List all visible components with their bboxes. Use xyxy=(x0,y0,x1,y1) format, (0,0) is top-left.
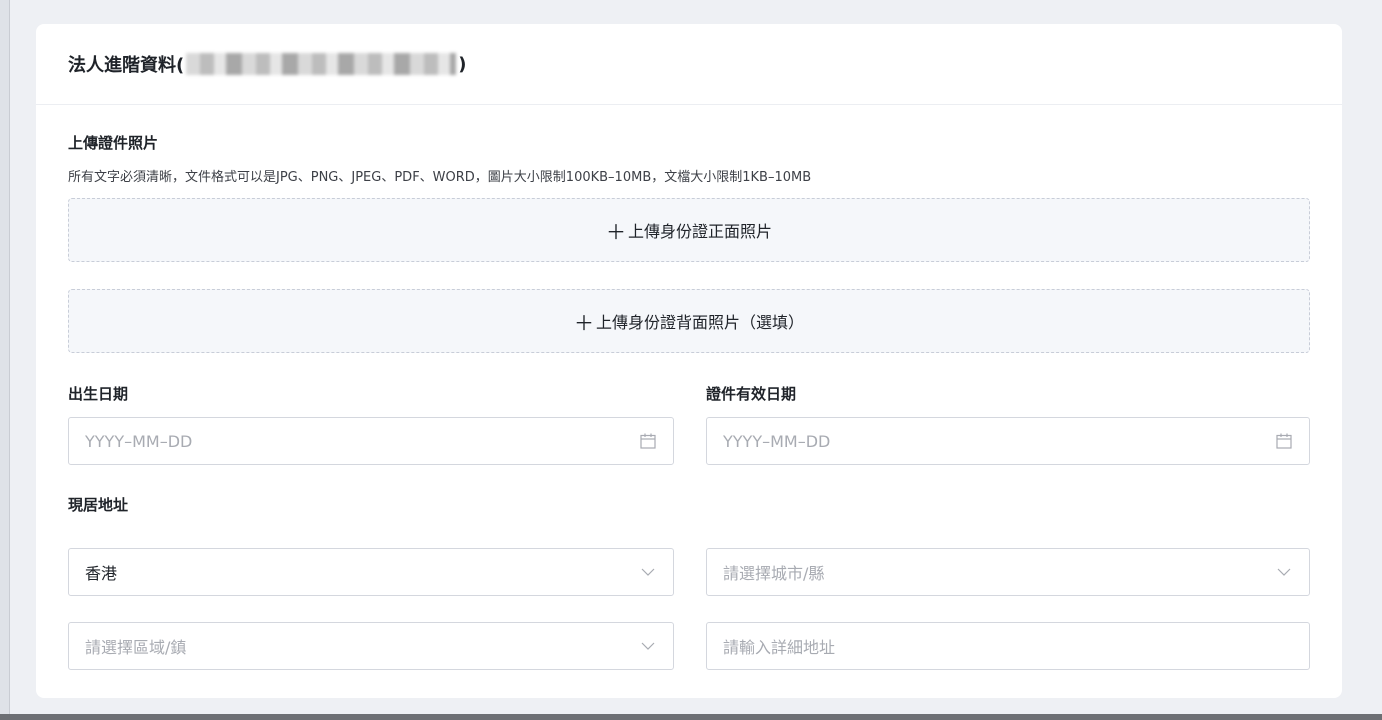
upload-section-title: 上傳證件照片 xyxy=(68,134,159,152)
detail-address-input[interactable]: 請輸入詳細地址 xyxy=(706,622,1310,670)
card-title-prefix: 法人進階資料( xyxy=(68,55,185,76)
window-frame-bottom xyxy=(0,714,1382,720)
upload-front-id-button[interactable]: ＋ 上傳身份證正面照片 xyxy=(68,198,1310,262)
upload-back-id-label: 上傳身份證背面照片（選填） xyxy=(595,313,804,332)
upload-front-id-label: 上傳身份證正面照片 xyxy=(627,222,772,241)
chevron-down-icon xyxy=(1277,568,1291,576)
upload-back-id-button[interactable]: ＋ 上傳身份證背面照片（選填） xyxy=(68,289,1310,353)
city-placeholder: 請選擇城市/縣 xyxy=(723,564,825,583)
advanced-info-card: 法人進階資料( ) 上傳證件照片 所有文字必須清晰，文件格式可以是JPG、PNG… xyxy=(36,24,1342,698)
region-value: 香港 xyxy=(85,564,118,583)
expiry-date-placeholder: YYYY–MM–DD xyxy=(723,431,831,451)
card-title-suffix: ) xyxy=(458,53,467,75)
redacted-company-name xyxy=(186,53,457,75)
upload-hint: 所有文字必須清晰，文件格式可以是JPG、PNG、JPEG、PDF、WORD，圖片… xyxy=(68,170,812,185)
city-select[interactable]: 請選擇城市/縣 xyxy=(706,548,1310,596)
chevron-down-icon xyxy=(641,568,655,576)
calendar-icon xyxy=(640,433,656,449)
region-select[interactable]: 香港 xyxy=(68,548,674,596)
address-label: 現居地址 xyxy=(68,496,129,514)
chevron-down-icon xyxy=(641,642,655,650)
plus-icon: ＋ xyxy=(605,219,626,244)
card-title: 法人進階資料( ) xyxy=(68,51,466,77)
card-header: 法人進階資料( ) xyxy=(36,24,1342,105)
birth-date-picker[interactable]: YYYY–MM–DD xyxy=(68,417,674,465)
calendar-icon xyxy=(1276,433,1292,449)
expiry-date-label: 證件有效日期 xyxy=(706,385,797,403)
plus-icon: ＋ xyxy=(573,310,594,335)
detail-address-placeholder: 請輸入詳細地址 xyxy=(723,638,836,657)
expiry-date-picker[interactable]: YYYY–MM–DD xyxy=(706,417,1310,465)
birth-date-placeholder: YYYY–MM–DD xyxy=(85,431,193,451)
district-placeholder: 請選擇區域/鎮 xyxy=(85,638,187,657)
window-frame-left xyxy=(0,0,10,720)
birth-date-label: 出生日期 xyxy=(68,385,129,403)
district-select[interactable]: 請選擇區域/鎮 xyxy=(68,622,674,670)
